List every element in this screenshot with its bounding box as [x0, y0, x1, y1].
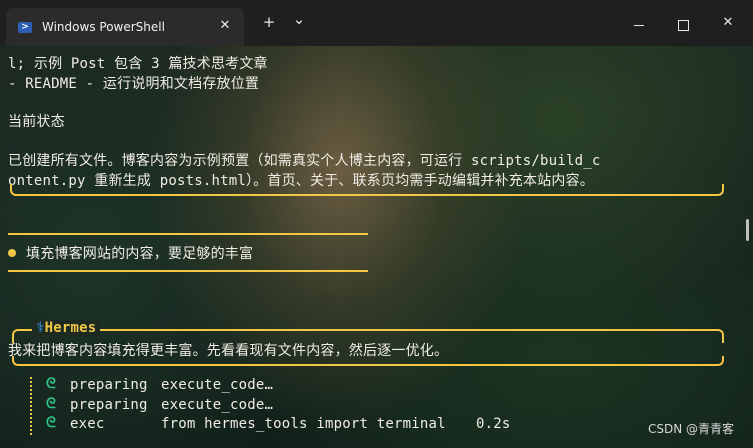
prompt-bullet-icon — [8, 249, 16, 257]
user-prompt: 填充博客网站的内容，要足够的丰富 — [26, 246, 254, 262]
tab-close-icon[interactable]: ✕ — [216, 17, 234, 35]
hermes-name: Hermes — [44, 320, 97, 336]
tool-call-detail: execute_code… — [161, 397, 274, 413]
terminal-line: 已创建所有文件。博客内容为示例预置（如需真实个人博主内容，可运行 scripts… — [8, 153, 601, 169]
watermark: CSDN @青青客 — [648, 422, 735, 436]
terminal-line: 当前状态 — [8, 114, 65, 130]
terminal-window: > Windows PowerShell ✕ + ⌄ ✕ l; 示例 Post … — [0, 0, 753, 448]
hermes-reply: 我来把博客内容填充得更丰富。先看看现有文件内容，然后逐一优化。 — [8, 343, 449, 359]
tool-trace-line — [30, 377, 32, 435]
tool-call-action: preparing — [70, 377, 148, 393]
hermes-label: ⚕Hermes — [32, 320, 101, 336]
tool-call-detail: from hermes_tools import terminal — [161, 416, 446, 432]
tool-status-icon: ᘓ — [46, 396, 56, 412]
tab-dropdown-button[interactable]: ⌄ — [288, 9, 310, 29]
scrollbar-thumb[interactable] — [746, 219, 749, 241]
close-window-button[interactable]: ✕ — [717, 14, 739, 32]
tab-windows-powershell[interactable]: > Windows PowerShell ✕ — [6, 8, 244, 46]
prompt-divider-bottom — [8, 270, 368, 272]
tool-call-detail: execute_code… — [161, 377, 274, 393]
powershell-icon: > — [18, 22, 32, 33]
tool-call-action: exec — [70, 416, 105, 432]
minimize-icon — [634, 25, 644, 26]
response-box-bottom-border — [10, 184, 724, 196]
tool-call-duration: 0.2s — [476, 416, 511, 432]
tab-title: Windows PowerShell — [42, 20, 165, 34]
tool-call-action: preparing — [70, 397, 148, 413]
hermes-icon: ⚕ — [36, 320, 45, 336]
new-tab-button[interactable]: + — [258, 12, 280, 32]
tool-status-icon: ᘓ — [46, 415, 56, 431]
prompt-divider-top — [8, 233, 368, 235]
title-bar: > Windows PowerShell ✕ + ⌄ ✕ — [0, 0, 753, 46]
terminal-line: l; 示例 Post 包含 3 篇技术思考文章 — [8, 56, 268, 72]
maximize-icon — [678, 20, 689, 31]
terminal-line: - README - 运行说明和文档存放位置 — [8, 76, 260, 92]
tool-status-icon: ᘓ — [46, 376, 56, 392]
